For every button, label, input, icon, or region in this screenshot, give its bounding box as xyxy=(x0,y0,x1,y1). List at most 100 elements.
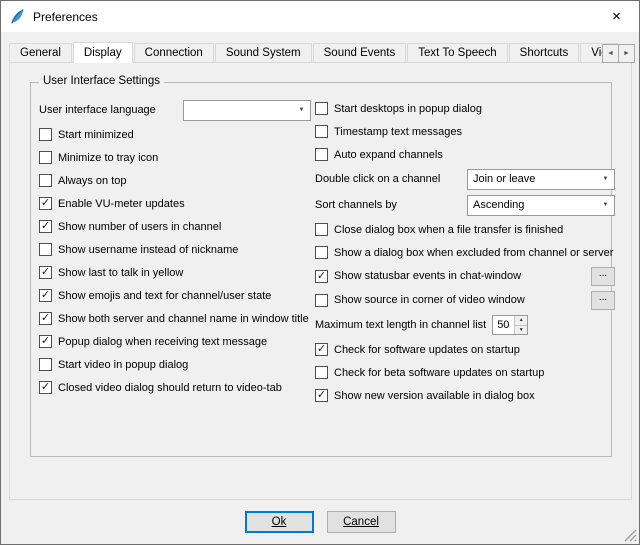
combobox-value: Join or leave xyxy=(468,173,597,185)
tab-sound-system[interactable]: Sound System xyxy=(215,43,312,62)
checkbox[interactable]: ✓ xyxy=(39,289,52,302)
tab-display[interactable]: Display xyxy=(73,42,133,63)
checkbox-label: Show source in corner of video window xyxy=(334,294,525,306)
preferences-dialog: Preferences × General Display Connection… xyxy=(0,0,640,545)
statusbar-events-more-button[interactable]: ... xyxy=(591,267,615,286)
checkbox[interactable]: ✓ xyxy=(39,151,52,164)
checkbox-label: Show username instead of nickname xyxy=(58,244,238,256)
checkbox[interactable]: ✓ xyxy=(315,294,328,307)
tab-general[interactable]: General xyxy=(9,43,72,62)
spinbox-value: 50 xyxy=(493,316,514,334)
check-icon: ✓ xyxy=(41,267,50,278)
checkbox[interactable]: ✓ xyxy=(315,223,328,236)
checkbox-row-video-return-tab[interactable]: ✓ Closed video dialog should return to v… xyxy=(39,376,311,399)
spin-up-icon[interactable]: ▲ xyxy=(515,316,527,326)
language-row: User interface language ▼ xyxy=(39,97,311,123)
checkbox-row-vu-meter[interactable]: ✓ Enable VU-meter updates xyxy=(39,192,311,215)
resize-grip[interactable] xyxy=(624,529,637,542)
display-tab-panel: User Interface Settings User interface l… xyxy=(9,62,632,500)
checkbox-row-desktops-popup[interactable]: ✓ Start desktops in popup dialog xyxy=(315,97,615,120)
spin-down-icon[interactable]: ▼ xyxy=(515,326,527,335)
checkbox-row-statusbar-events[interactable]: ✓ Show statusbar events in chat-window .… xyxy=(315,264,615,288)
close-icon[interactable]: × xyxy=(594,1,639,32)
language-label: User interface language xyxy=(39,104,156,116)
check-icon: ✓ xyxy=(317,344,326,355)
checkbox-row-excluded-dialog[interactable]: ✓ Show a dialog box when excluded from c… xyxy=(315,241,615,264)
checkbox-row-check-beta-updates[interactable]: ✓ Check for beta software updates on sta… xyxy=(315,361,615,384)
checkbox-row-video-source-corner[interactable]: ✓ Show source in corner of video window … xyxy=(315,288,615,312)
checkbox[interactable]: ✓ xyxy=(39,335,52,348)
double-click-combobox[interactable]: Join or leave ▼ xyxy=(467,169,615,190)
check-icon: ✓ xyxy=(41,336,50,347)
right-column: ✓ Start desktops in popup dialog ✓ Times… xyxy=(315,97,615,407)
sort-channels-label: Sort channels by xyxy=(315,199,397,211)
title-bar[interactable]: Preferences × xyxy=(1,1,639,32)
tab-sound-events[interactable]: Sound Events xyxy=(313,43,407,62)
checkbox-row-start-minimized[interactable]: ✓ Start minimized xyxy=(39,123,311,146)
check-icon: ✓ xyxy=(41,290,50,301)
checkbox-row-video-popup[interactable]: ✓ Start video in popup dialog xyxy=(39,353,311,376)
tab-bar: General Display Connection Sound System … xyxy=(9,42,618,63)
checkbox-row-timestamp[interactable]: ✓ Timestamp text messages xyxy=(315,120,615,143)
checkbox[interactable]: ✓ xyxy=(315,389,328,402)
sort-channels-combobox[interactable]: Ascending ▼ xyxy=(467,195,615,216)
user-interface-settings-group: User Interface Settings User interface l… xyxy=(30,82,612,457)
checkbox[interactable]: ✓ xyxy=(315,102,328,115)
dialog-footer: Ok Cancel xyxy=(1,511,639,533)
checkbox-row-last-to-talk[interactable]: ✓ Show last to talk in yellow xyxy=(39,261,311,284)
scroll-left-icon[interactable]: ◄ xyxy=(602,44,619,63)
chevron-down-icon[interactable]: ▼ xyxy=(597,196,614,215)
tab-text-to-speech[interactable]: Text To Speech xyxy=(407,43,507,62)
chevron-down-icon[interactable]: ▼ xyxy=(293,101,310,120)
checkbox-row-close-on-transfer[interactable]: ✓ Close dialog box when a file transfer … xyxy=(315,218,615,241)
checkbox[interactable]: ✓ xyxy=(39,128,52,141)
checkbox[interactable]: ✓ xyxy=(39,358,52,371)
checkbox[interactable]: ✓ xyxy=(39,381,52,394)
checkbox-label: Show both server and channel name in win… xyxy=(58,313,309,325)
checkbox[interactable]: ✓ xyxy=(315,366,328,379)
tab-shortcuts[interactable]: Shortcuts xyxy=(509,43,580,62)
check-icon: ✓ xyxy=(317,390,326,401)
left-column: User interface language ▼ ✓ Start minimi… xyxy=(39,97,311,399)
checkbox-row-emojis[interactable]: ✓ Show emojis and text for channel/user … xyxy=(39,284,311,307)
checkbox-row-always-on-top[interactable]: ✓ Always on top xyxy=(39,169,311,192)
checkbox-label: Auto expand channels xyxy=(334,149,443,161)
checkbox-label: Popup dialog when receiving text message xyxy=(58,336,267,348)
checkbox-label: Start desktops in popup dialog xyxy=(334,103,482,115)
checkbox[interactable]: ✓ xyxy=(39,174,52,187)
max-text-length-spinbox[interactable]: 50 ▲ ▼ xyxy=(492,315,528,335)
checkbox[interactable]: ✓ xyxy=(315,125,328,138)
cancel-button[interactable]: Cancel xyxy=(327,511,396,533)
checkbox-label: Show statusbar events in chat-window xyxy=(334,270,521,282)
checkbox-row-user-count[interactable]: ✓ Show number of users in channel xyxy=(39,215,311,238)
scroll-right-icon[interactable]: ► xyxy=(618,44,635,63)
checkbox-row-popup-text-message[interactable]: ✓ Popup dialog when receiving text messa… xyxy=(39,330,311,353)
checkbox-row-minimize-to-tray[interactable]: ✓ Minimize to tray icon xyxy=(39,146,311,169)
checkbox[interactable]: ✓ xyxy=(39,243,52,256)
tab-connection[interactable]: Connection xyxy=(134,43,214,62)
checkbox[interactable]: ✓ xyxy=(315,343,328,356)
checkbox[interactable]: ✓ xyxy=(39,197,52,210)
chevron-down-icon[interactable]: ▼ xyxy=(597,170,614,189)
checkbox[interactable]: ✓ xyxy=(315,270,328,283)
app-icon xyxy=(9,8,26,25)
video-source-more-button[interactable]: ... xyxy=(591,291,615,310)
checkbox-label: Show emojis and text for channel/user st… xyxy=(58,290,271,302)
window-title: Preferences xyxy=(33,10,98,24)
checkbox[interactable]: ✓ xyxy=(315,246,328,259)
checkbox-label: Enable VU-meter updates xyxy=(58,198,185,210)
max-text-length-row: Maximum text length in channel list 50 ▲… xyxy=(315,312,615,338)
checkbox[interactable]: ✓ xyxy=(39,312,52,325)
checkbox-row-username[interactable]: ✓ Show username instead of nickname xyxy=(39,238,311,261)
language-combobox[interactable]: ▼ xyxy=(183,100,311,121)
ok-button[interactable]: Ok xyxy=(245,511,314,533)
checkbox-row-new-version-dialog[interactable]: ✓ Show new version available in dialog b… xyxy=(315,384,615,407)
tab-scroll-buttons: ◄ ► xyxy=(602,44,635,63)
checkbox-row-check-updates[interactable]: ✓ Check for software updates on startup xyxy=(315,338,615,361)
checkbox[interactable]: ✓ xyxy=(315,148,328,161)
checkbox-row-window-title[interactable]: ✓ Show both server and channel name in w… xyxy=(39,307,311,330)
checkbox[interactable]: ✓ xyxy=(39,220,52,233)
checkbox-row-auto-expand[interactable]: ✓ Auto expand channels xyxy=(315,143,615,166)
checkbox-label: Show last to talk in yellow xyxy=(58,267,183,279)
checkbox[interactable]: ✓ xyxy=(39,266,52,279)
